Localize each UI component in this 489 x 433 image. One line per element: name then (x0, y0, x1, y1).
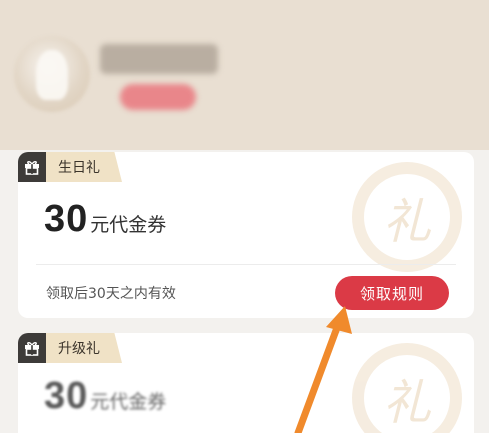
gift-icon (18, 333, 46, 363)
tag-label-birthday: 生日礼 (46, 152, 122, 182)
tag-upgrade: 升级礼 (18, 333, 122, 363)
coupon-card-birthday: 礼 生日礼 30 元代金券 领取后30天之内有效 领取规则 (18, 152, 474, 318)
validity-text: 领取后30天之内有效 (46, 286, 176, 302)
gift-icon (18, 152, 46, 182)
coupon-card-upgrade: 礼 升级礼 30 元代金券 (18, 333, 474, 433)
coupon-amount: 30 元代金券 (44, 198, 166, 241)
avatar[interactable] (14, 36, 90, 112)
gift-watermark: 礼 (352, 343, 462, 433)
amount-unit: 元代金券 (90, 214, 167, 236)
nickname-blurred: ■■■■■■ (100, 44, 218, 74)
claim-rules-button[interactable]: 领取规则 (335, 276, 449, 310)
gift-watermark: 礼 (352, 162, 462, 272)
divider (36, 264, 456, 265)
amount-number: 30 (44, 198, 89, 240)
amount-unit: 元代金券 (90, 391, 167, 413)
amount-number: 30 (44, 375, 89, 417)
level-badge-blurred: ■■■■ (120, 84, 196, 110)
tag-birthday: 生日礼 (18, 152, 122, 182)
tag-label-upgrade: 升级礼 (46, 333, 122, 363)
member-header: ■■■■■■ ■■■■ (0, 0, 489, 150)
coupon-amount: 30 元代金券 (44, 375, 166, 418)
